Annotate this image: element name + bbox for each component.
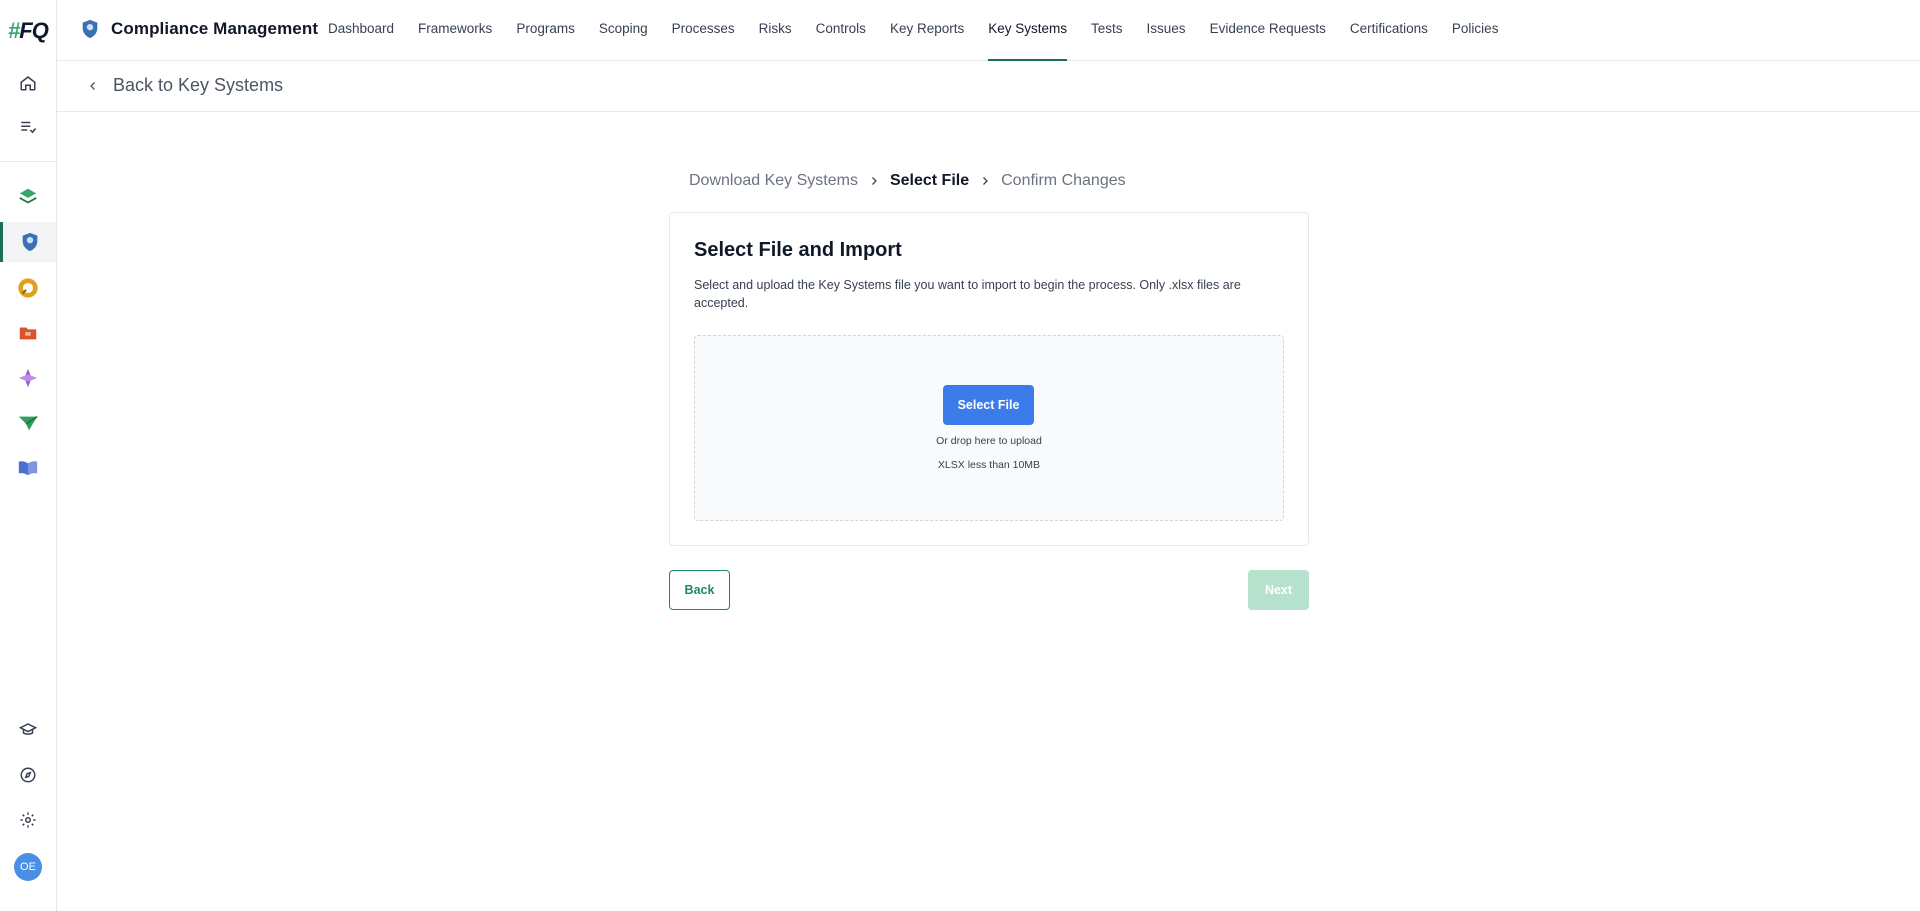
page-subheader: Back to Key Systems (57, 61, 1920, 112)
step-confirm-changes: Confirm Changes (1001, 172, 1126, 189)
tab-programs[interactable]: Programs (516, 0, 575, 61)
paper-plane-module-icon[interactable] (0, 403, 56, 443)
card-title: Select File and Import (694, 239, 902, 261)
task-list-icon[interactable] (0, 107, 56, 147)
nav-tabs: Dashboard Frameworks Programs Scoping Pr… (328, 0, 1522, 61)
tab-tests[interactable]: Tests (1091, 0, 1123, 61)
chevron-left-icon (90, 81, 95, 90)
back-to-key-systems-link[interactable]: Back to Key Systems (87, 75, 283, 96)
diamond-module-icon[interactable] (0, 358, 56, 398)
tab-dashboard[interactable]: Dashboard (328, 0, 394, 61)
file-dropzone[interactable]: Select File Or drop here to upload XLSX … (694, 335, 1284, 521)
next-button[interactable]: Next (1248, 570, 1309, 610)
file-limit-hint: XLSX less than 10MB (937, 459, 1041, 471)
tab-certifications[interactable]: Certifications (1350, 0, 1428, 61)
chevron-right-icon (979, 175, 991, 187)
app-title-group: Compliance Management (79, 17, 318, 41)
tab-controls[interactable]: Controls (816, 0, 866, 61)
tab-key-systems[interactable]: Key Systems (988, 0, 1067, 61)
card-description: Select and upload the Key Systems file y… (694, 278, 1241, 310)
import-card: Select File and Import Select and upload… (669, 212, 1309, 546)
step-select-file: Select File (889, 172, 970, 189)
left-sidebar: #FQ OE (0, 0, 57, 911)
book-module-icon[interactable] (0, 448, 56, 488)
compliance-shield-icon[interactable] (0, 222, 56, 262)
chevron-right-icon (868, 175, 880, 187)
ring-module-icon[interactable] (0, 268, 56, 308)
layers-module-icon[interactable] (0, 177, 56, 217)
import-stepper: Download Key Systems Select File Confirm… (689, 172, 1126, 190)
step-download: Download Key Systems (689, 172, 858, 189)
tab-processes[interactable]: Processes (672, 0, 735, 61)
drop-hint: Or drop here to upload (936, 435, 1042, 447)
app-logo[interactable]: #FQ (8, 18, 49, 44)
tab-risks[interactable]: Risks (759, 0, 792, 61)
tab-policies[interactable]: Policies (1452, 0, 1499, 61)
home-icon[interactable] (0, 63, 56, 103)
tab-evidence-requests[interactable]: Evidence Requests (1210, 0, 1326, 61)
tab-frameworks[interactable]: Frameworks (418, 0, 492, 61)
settings-icon[interactable] (0, 800, 56, 840)
tab-issues[interactable]: Issues (1147, 0, 1186, 61)
user-avatar[interactable]: OE (14, 853, 42, 881)
academy-icon[interactable] (0, 710, 56, 750)
top-navigation: Compliance Management Dashboard Framewor… (57, 0, 1920, 61)
app-title: Compliance Management (111, 19, 319, 38)
folder-module-icon[interactable] (0, 313, 56, 353)
tab-key-reports[interactable]: Key Reports (890, 0, 964, 61)
select-file-button[interactable]: Select File (943, 385, 1034, 425)
tab-scoping[interactable]: Scoping (599, 0, 648, 61)
back-button[interactable]: Back (669, 570, 730, 610)
compass-icon[interactable] (0, 755, 56, 795)
back-link-label: Back to Key Systems (113, 75, 284, 95)
compliance-shield-icon (82, 19, 98, 39)
